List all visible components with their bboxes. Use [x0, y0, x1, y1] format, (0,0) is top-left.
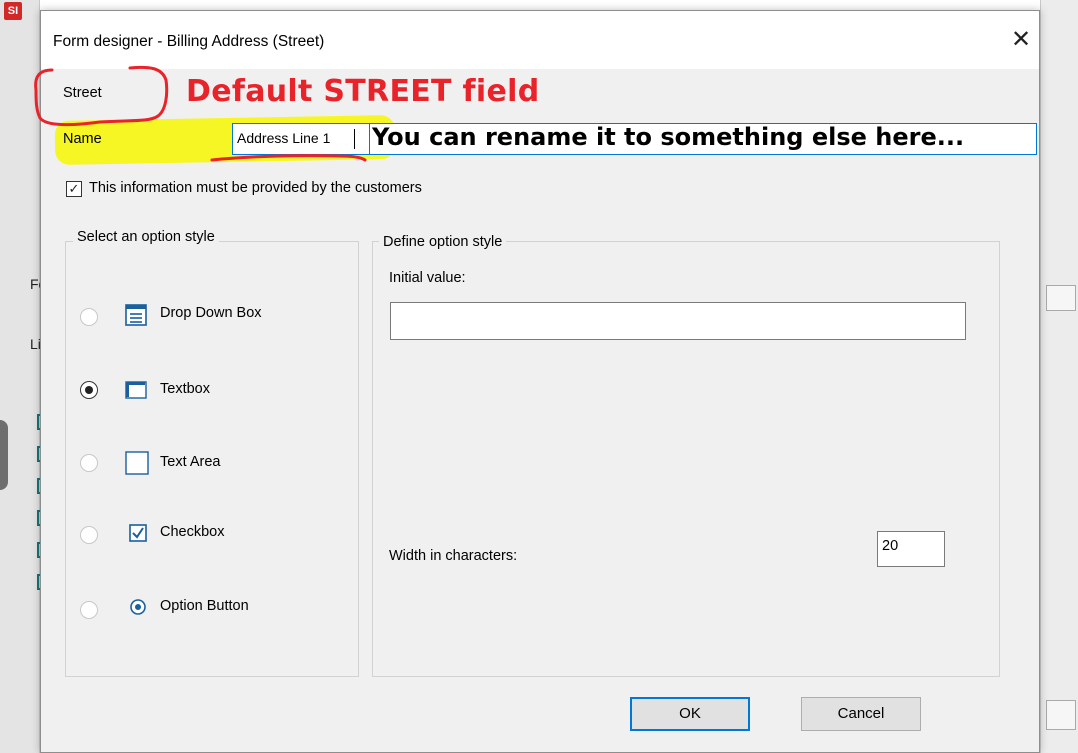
annotation-overlay	[34, 65, 367, 162]
annotation-note: You can rename it to something else here…	[372, 123, 965, 151]
annotation-red-title: Default STREET field	[186, 74, 540, 109]
